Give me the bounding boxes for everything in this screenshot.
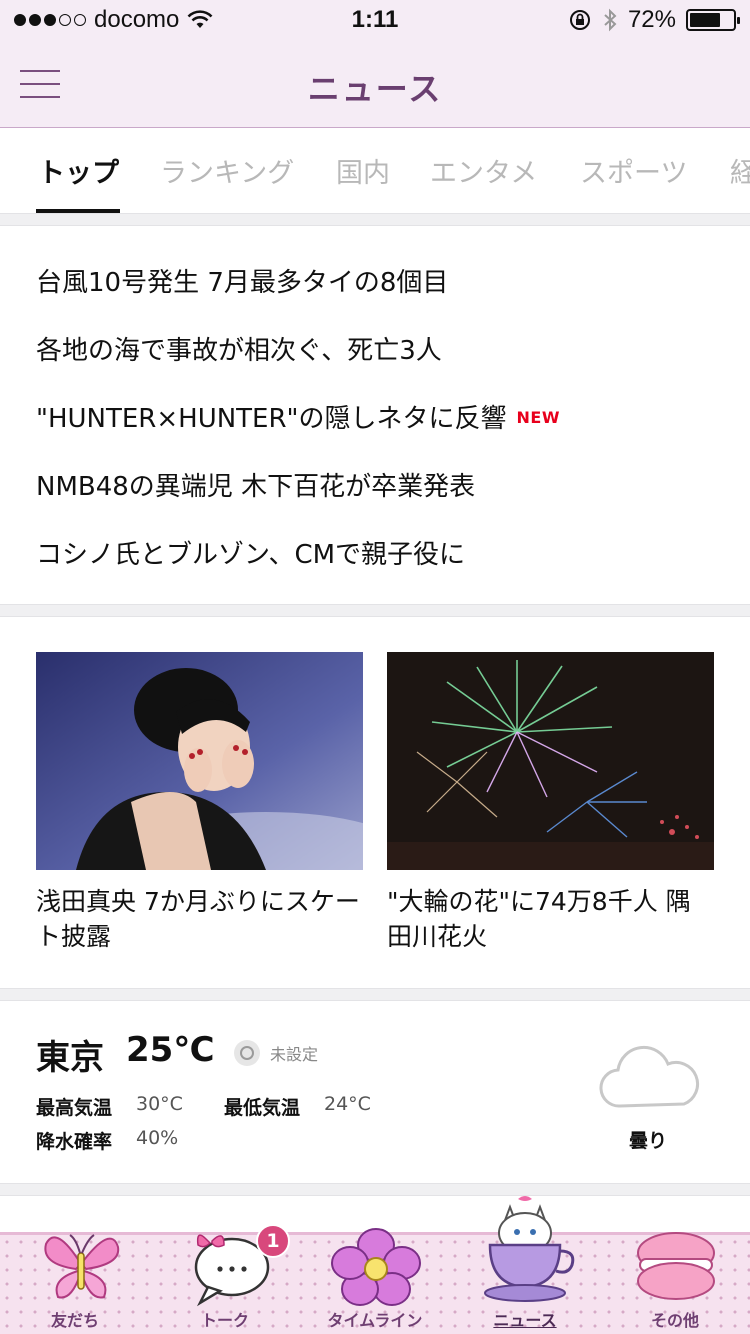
- weather-city: 東京: [36, 1038, 104, 1078]
- section-divider: [0, 604, 750, 617]
- cloud-icon: [599, 1045, 700, 1108]
- tabbar-label: トーク: [200, 1311, 249, 1330]
- tabbar-label: その他: [650, 1311, 699, 1330]
- section-divider: [0, 988, 750, 1001]
- status-right: 72%: [568, 6, 740, 34]
- weather-temperature: 25℃: [126, 1030, 215, 1070]
- cat-teacup-icon: [484, 1196, 575, 1302]
- tab-entertainment[interactable]: エンタメ: [430, 151, 537, 190]
- section-divider: [0, 1183, 750, 1196]
- tabbar-timeline[interactable]: タイムライン: [300, 1228, 450, 1334]
- headline-text: 各地の海で事故が相次ぐ、死亡3人: [36, 336, 442, 366]
- headline-item[interactable]: 各地の海で事故が相次ぐ、死亡3人: [36, 330, 716, 367]
- card-caption[interactable]: 浅田真央 7か月ぶりにスケート披露: [36, 884, 363, 954]
- new-badge: NEW: [516, 408, 560, 427]
- fireworks-photo[interactable]: [387, 652, 714, 870]
- headline-item[interactable]: "HUNTER×HUNTER"の隠しネタに反響 NEW: [36, 398, 716, 435]
- nav-bar: ニュース: [0, 40, 750, 128]
- high-temp-label: 最高気温: [36, 1097, 113, 1119]
- tabbar-news[interactable]: ニュース: [450, 1196, 600, 1334]
- butterfly-icon: [44, 1234, 120, 1299]
- tab-ranking[interactable]: ランキング: [160, 151, 294, 190]
- skater-photo[interactable]: [36, 652, 363, 870]
- tabbar-more[interactable]: その他: [600, 1232, 750, 1334]
- headline-item[interactable]: 台風10号発生 7月最多タイの8個目: [36, 262, 716, 299]
- weather-condition: 曇り: [628, 1130, 667, 1152]
- low-temp-value: 24°C: [324, 1093, 371, 1115]
- talk-unread-badge: 1: [256, 1224, 290, 1258]
- headline-item[interactable]: NMB48の異端児 木下百花が卒業発表: [36, 466, 716, 503]
- location-crosshair-icon: [234, 1040, 260, 1066]
- orientation-lock-icon: [569, 10, 590, 30]
- headline-text: "HUNTER×HUNTER"の隠しネタに反響: [36, 404, 507, 434]
- battery-icon: [686, 9, 740, 31]
- battery-percent: 72%: [627, 6, 676, 33]
- fireworks-photo-image: [387, 652, 714, 870]
- tab-domestic[interactable]: 国内: [336, 151, 390, 190]
- battery-level: [690, 13, 721, 27]
- section-divider: [0, 213, 750, 226]
- tabbar-label: ニュース: [493, 1311, 557, 1330]
- card-caption[interactable]: "大輪の花"に74万8千人 隅田川花火: [387, 884, 714, 954]
- rain-chance-value: 40%: [136, 1127, 179, 1149]
- headline-text: NMB48の異端児 木下百花が卒業発表: [36, 472, 476, 502]
- tabbar-label: 友だち: [50, 1311, 99, 1330]
- flower-icon: [331, 1228, 421, 1306]
- tab-top[interactable]: トップ: [38, 151, 119, 190]
- skater-photo-image: [36, 652, 363, 870]
- tabbar-label: タイムライン: [327, 1311, 423, 1330]
- bluetooth-icon: [604, 8, 617, 32]
- low-temp-label: 最低気温: [224, 1097, 301, 1119]
- location-status: 未設定: [270, 1045, 319, 1064]
- headline-text: 台風10号発生 7月最多タイの8個目: [36, 268, 449, 298]
- category-tabs: トップ ランキング 国内 エンタメ スポーツ 経: [0, 129, 750, 213]
- tab-sports[interactable]: スポーツ: [580, 151, 687, 190]
- headline-item[interactable]: コシノ氏とブルゾン、CMで親子役に: [36, 534, 716, 571]
- status-bar: docomo 1:11 72%: [0, 0, 750, 40]
- page-title: ニュース: [307, 70, 443, 108]
- location-setting[interactable]: 未設定: [234, 1040, 318, 1066]
- bottom-tab-bar: 友だち トーク タイムライン ニュース その他: [0, 1196, 750, 1334]
- headline-text: コシノ氏とブルゾン、CMで親子役に: [36, 540, 466, 570]
- tabbar-friends[interactable]: 友だち: [0, 1234, 150, 1334]
- high-temp-value: 30°C: [136, 1093, 183, 1115]
- tab-economy[interactable]: 経: [730, 151, 750, 190]
- rain-chance-label: 降水確率: [36, 1131, 113, 1153]
- macaron-icon: [637, 1232, 715, 1300]
